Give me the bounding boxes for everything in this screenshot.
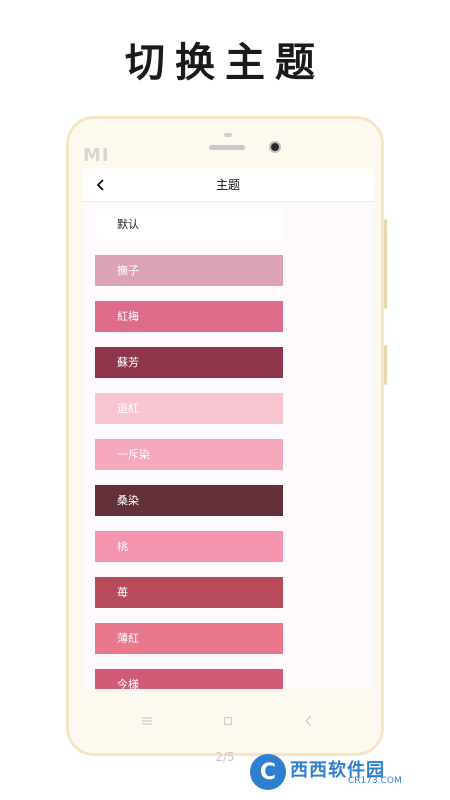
watermark: C 西西软件园 CR173.COM	[250, 752, 440, 792]
app-screen: 主题 默认撫子紅梅蘇芳退紅一斥染桑染桃苺薄紅今様	[83, 169, 373, 689]
theme-item[interactable]: 桃	[95, 531, 283, 562]
theme-item[interactable]: 撫子	[95, 255, 283, 286]
back-arrow-icon	[305, 715, 312, 727]
earpiece-speaker	[209, 145, 245, 150]
theme-item[interactable]: 今様	[95, 669, 283, 689]
menu-button[interactable]	[135, 711, 159, 731]
watermark-domain: CR173.COM	[348, 776, 402, 786]
theme-item[interactable]: 一斥染	[95, 439, 283, 470]
theme-item[interactable]: 退紅	[95, 393, 283, 424]
theme-item[interactable]: 苺	[95, 577, 283, 608]
theme-list: 默认撫子紅梅蘇芳退紅一斥染桑染桃苺薄紅今様	[95, 209, 283, 689]
menu-icon	[142, 717, 152, 725]
back-button[interactable]	[89, 173, 113, 197]
front-camera	[269, 141, 281, 153]
page-title: 主题	[215, 178, 240, 192]
theme-item[interactable]: 桑染	[95, 485, 283, 516]
app-bar: 主题	[83, 169, 373, 202]
system-nav-bar	[83, 693, 373, 751]
system-back-button[interactable]	[297, 711, 321, 731]
home-button[interactable]	[216, 711, 240, 731]
theme-item[interactable]: 默认	[95, 209, 283, 240]
theme-item[interactable]: 薄紅	[95, 623, 283, 654]
square-home-icon	[223, 716, 233, 726]
watermark-logo-icon: C	[250, 754, 286, 790]
brand-logo: MI	[83, 145, 110, 166]
power-button	[384, 345, 387, 385]
sensor	[224, 133, 232, 137]
theme-item[interactable]: 蘇芳	[95, 347, 283, 378]
theme-item[interactable]: 紅梅	[95, 301, 283, 332]
promo-title: 切换主题	[125, 39, 325, 86]
phone-frame: MI 主题 默认撫子紅梅蘇芳退紅一斥染桑染桃苺薄紅今様	[66, 116, 387, 756]
volume-button	[384, 219, 387, 309]
chevron-left-icon	[96, 179, 104, 191]
